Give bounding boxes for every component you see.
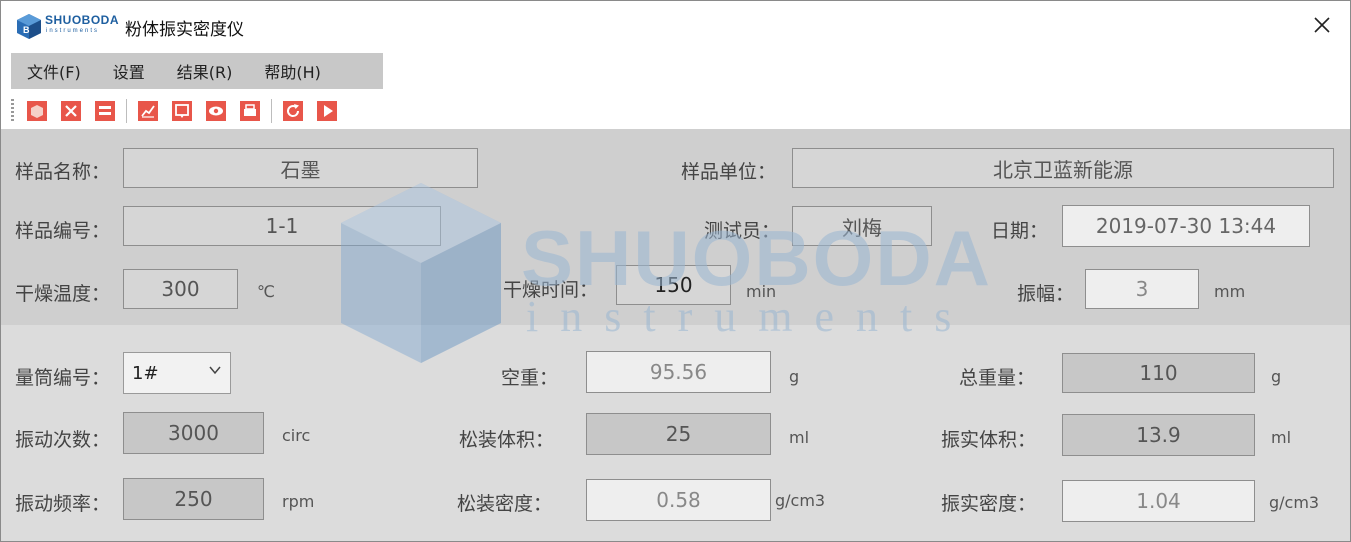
loose-density-field[interactable]: 0.58 — [586, 479, 771, 521]
refresh-icon — [283, 101, 303, 121]
vibration-frequency-label: 振动频率： — [15, 493, 111, 515]
amplitude-unit: mm — [1214, 282, 1246, 301]
total-weight-unit: g — [1271, 367, 1282, 386]
new-icon — [27, 101, 47, 121]
dry-time-label: 干燥时间： — [503, 279, 599, 301]
menu-bar: 文件(F) 设置 结果(R) 帮助(H) — [11, 53, 383, 89]
view-button[interactable] — [204, 99, 228, 123]
close-icon — [1314, 17, 1330, 33]
dry-time-field[interactable]: 150 — [616, 265, 731, 305]
layout-icon — [95, 101, 115, 121]
total-weight-label: 总重量： — [959, 367, 1036, 389]
vibration-count-unit: circ — [282, 426, 311, 445]
sample-name-label: 样品名称： — [15, 161, 111, 183]
tap-volume-field[interactable]: 13.9 — [1062, 414, 1255, 456]
dry-time-unit: min — [746, 282, 777, 301]
app-window: B SHUOBODA instruments 粉体振实密度仪 文件(F) 设置 … — [0, 0, 1351, 542]
chart-icon — [138, 101, 158, 121]
vibration-count-field[interactable]: 3000 — [123, 412, 264, 454]
amplitude-label: 振幅： — [1017, 283, 1075, 305]
menu-file[interactable]: 文件(F) — [11, 59, 97, 83]
print-icon — [240, 101, 260, 121]
empty-weight-label: 空重： — [501, 367, 559, 389]
refresh-button[interactable] — [281, 99, 305, 123]
logo-text: SHUOBODA — [45, 13, 120, 27]
tap-density-label: 振实密度： — [941, 493, 1037, 515]
tap-density-unit: g/cm3 — [1269, 493, 1320, 512]
close-file-icon — [61, 101, 81, 121]
dry-temp-label: 干燥温度： — [15, 283, 111, 305]
toolbar-separator — [126, 99, 127, 123]
new-button[interactable] — [25, 99, 49, 123]
tap-volume-label: 振实体积： — [941, 429, 1037, 451]
loose-volume-field[interactable]: 25 — [586, 413, 771, 455]
menu-help[interactable]: 帮助(H) — [248, 59, 337, 83]
loose-volume-unit: ml — [789, 428, 810, 447]
close-file-button[interactable] — [59, 99, 83, 123]
loose-density-unit: g/cm3 — [775, 491, 826, 510]
date-label: 日期： — [991, 220, 1049, 242]
title-bar: B SHUOBODA instruments 粉体振实密度仪 — [1, 1, 1350, 49]
sample-unit-field[interactable]: 北京卫蓝新能源 — [792, 148, 1334, 188]
amplitude-field[interactable]: 3 — [1085, 269, 1199, 309]
close-button[interactable] — [1308, 11, 1336, 39]
sample-unit-label: 样品单位： — [681, 161, 777, 183]
chevron-down-icon — [209, 366, 221, 375]
tester-field[interactable]: 刘梅 — [792, 206, 932, 246]
date-field[interactable]: 2019-07-30 13:44 — [1062, 205, 1310, 247]
menu-results[interactable]: 结果(R) — [161, 59, 249, 83]
chart-button[interactable] — [136, 99, 160, 123]
empty-weight-unit: g — [789, 367, 800, 386]
toolbar-separator — [271, 99, 272, 123]
empty-weight-field[interactable]: 95.56 — [586, 351, 771, 393]
dry-temp-field[interactable]: 300 — [123, 269, 238, 309]
svg-text:B: B — [23, 25, 30, 35]
menu-settings[interactable]: 设置 — [97, 59, 161, 83]
cylinder-label: 量筒编号： — [15, 367, 111, 389]
logo-icon: B — [17, 14, 41, 39]
report-button[interactable] — [170, 99, 194, 123]
total-weight-field[interactable]: 110 — [1062, 353, 1255, 393]
loose-density-label: 松装密度： — [457, 493, 553, 515]
sample-id-label: 样品编号： — [15, 220, 111, 242]
report-icon — [172, 101, 192, 121]
sample-id-field[interactable]: 1-1 — [123, 206, 441, 246]
toolbar — [1, 93, 1350, 129]
print-button[interactable] — [238, 99, 262, 123]
vibration-frequency-unit: rpm — [282, 492, 315, 511]
toolbar-grip — [11, 99, 14, 123]
sample-name-field[interactable]: 石墨 — [123, 148, 478, 188]
tap-volume-unit: ml — [1271, 428, 1292, 447]
window-title: 粉体振实密度仪 — [125, 20, 244, 40]
tester-label: 测试员： — [704, 220, 781, 242]
vibration-count-label: 振动次数： — [15, 429, 111, 451]
cylinder-select-value: 1# — [132, 362, 159, 384]
view-icon — [206, 101, 226, 121]
cylinder-select[interactable]: 1# — [123, 352, 231, 394]
dry-temp-unit: ℃ — [257, 282, 275, 301]
start-button[interactable] — [315, 99, 339, 123]
logo-subtext: instruments — [46, 28, 100, 34]
loose-volume-label: 松装体积： — [459, 429, 555, 451]
tap-density-field[interactable]: 1.04 — [1062, 480, 1255, 522]
vibration-frequency-field[interactable]: 250 — [123, 478, 264, 520]
start-icon — [317, 101, 337, 121]
layout-button[interactable] — [93, 99, 117, 123]
